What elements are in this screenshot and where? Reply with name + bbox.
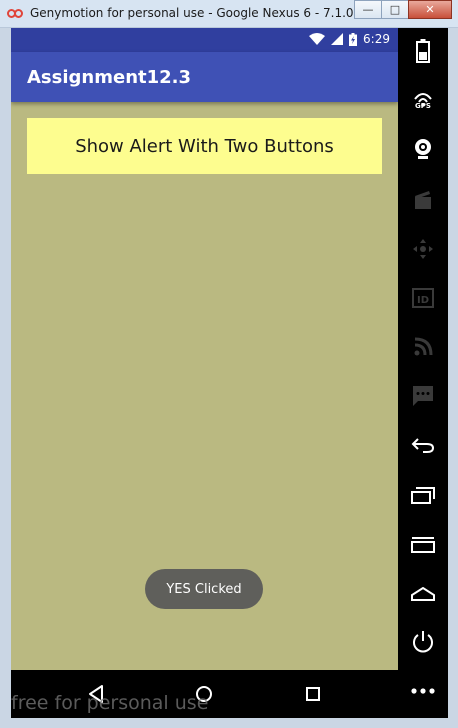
- toolbar-network-button[interactable]: [410, 334, 436, 360]
- toolbar-menu-button[interactable]: [410, 532, 436, 558]
- webcam-icon: [415, 139, 431, 159]
- status-time: 6:29: [363, 32, 390, 46]
- minimize-button[interactable]: —: [354, 0, 382, 19]
- sms-icon: [413, 386, 433, 406]
- window-frame-right: [448, 28, 458, 728]
- nav-recents-icon[interactable]: [301, 682, 325, 706]
- network-icon: [414, 337, 433, 356]
- power-icon: [413, 631, 433, 653]
- menu-icon: [411, 537, 435, 553]
- genymotion-logo-icon: [7, 9, 23, 18]
- window-frame-left: [0, 28, 11, 728]
- dpad-icon: [413, 239, 433, 259]
- toolbar-power-button[interactable]: [410, 629, 436, 655]
- toolbar-dpad-button[interactable]: [410, 236, 436, 262]
- wifi-icon: [309, 33, 326, 45]
- app-bar: Assignment12.3: [11, 52, 398, 102]
- media-icon: [415, 191, 431, 209]
- gps-label: GPS: [415, 102, 431, 110]
- recent-apps-icon: [411, 487, 435, 504]
- window-title: Genymotion for personal use - Google Nex…: [30, 6, 377, 20]
- more-icon: [411, 688, 435, 694]
- battery-charging-icon: [349, 32, 358, 46]
- toolbar-identifiers-button[interactable]: ID: [410, 285, 436, 311]
- identifiers-label: ID: [417, 295, 429, 306]
- toolbar-back-button[interactable]: [410, 433, 436, 459]
- close-button[interactable]: ✕: [408, 0, 452, 19]
- toolbar-battery-button[interactable]: [410, 38, 436, 64]
- home-icon: [411, 587, 435, 601]
- toolbar-sms-button[interactable]: [410, 383, 436, 409]
- status-bar: 6:29: [11, 28, 398, 52]
- show-alert-button[interactable]: Show Alert With Two Buttons: [27, 118, 382, 174]
- status-icons: 6:29: [309, 32, 390, 46]
- window-controls: — □ ✕: [354, 0, 452, 20]
- emulator-toolbar: GPS ID: [398, 28, 448, 718]
- toast-message: YES Clicked: [145, 569, 263, 609]
- app-title: Assignment12.3: [27, 67, 192, 88]
- window-frame-bottom: [0, 718, 458, 728]
- watermark: free for personal use: [11, 692, 209, 714]
- toolbar-media-button[interactable]: [410, 187, 436, 213]
- back-icon: [411, 438, 435, 453]
- identifiers-icon: ID: [412, 288, 434, 308]
- window-title-bar[interactable]: Genymotion for personal use - Google Nex…: [0, 0, 458, 28]
- toolbar-home-button[interactable]: [410, 581, 436, 607]
- signal-icon: [331, 33, 344, 45]
- toolbar-webcam-button[interactable]: [410, 135, 436, 161]
- toolbar-recent-apps-button[interactable]: [410, 482, 436, 508]
- maximize-button[interactable]: □: [381, 0, 409, 19]
- toolbar-more-button[interactable]: [410, 678, 436, 704]
- battery-icon: [416, 39, 430, 63]
- device-screen: 6:29 Assignment12.3 Show Alert With Two …: [11, 28, 398, 670]
